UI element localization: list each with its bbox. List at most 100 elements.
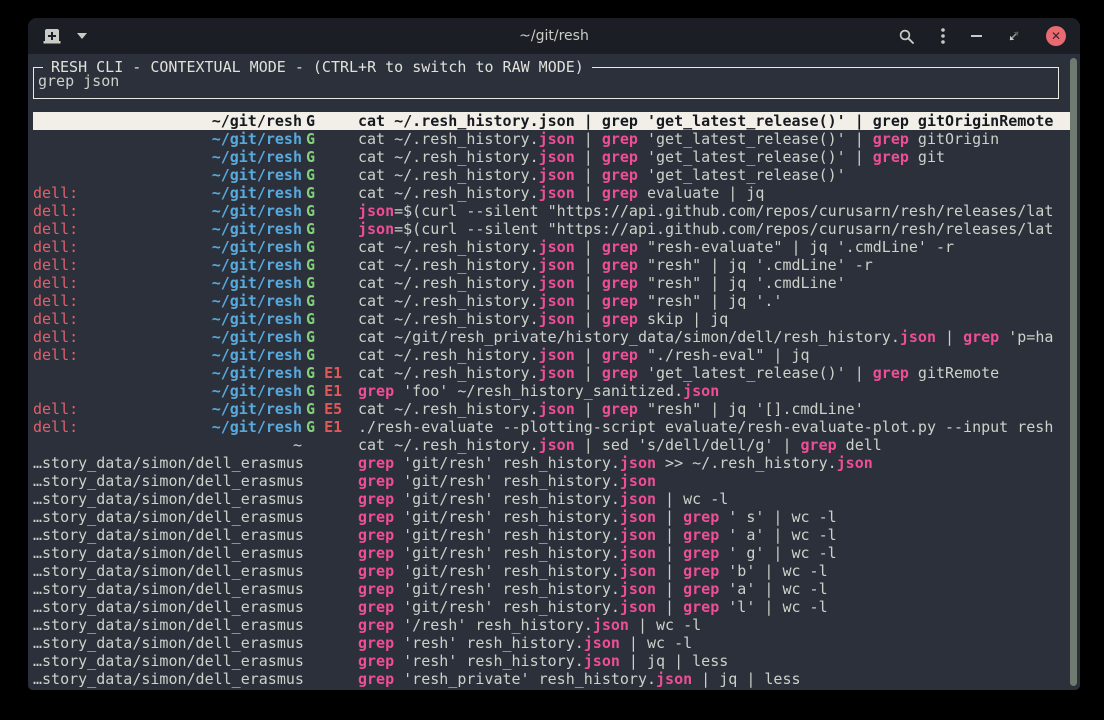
match-highlight: grep [801,436,837,454]
command-text: cat ~/.resh_history.json | grep 'get_lat… [358,148,1072,166]
minimize-button[interactable] [971,35,982,37]
history-row[interactable]: ~/git/reshG E1cat ~/.resh_history.json |… [33,364,1072,382]
command-fragment: | [575,166,602,184]
history-row[interactable]: …story_data/simon/dell_erasmusgrep 'git/… [33,454,1072,472]
history-row[interactable]: …story_data/simon/dell_erasmusgrep 'resh… [33,652,1072,670]
command-fragment: evaluate | jq [638,184,764,202]
command-fragment: 'l' | wc -l [719,598,827,616]
host-path-cell: …story_data/simon/dell_erasmus [33,598,302,616]
history-row[interactable]: …story_data/simon/dell_erasmusgrep 'git/… [33,472,1072,490]
git-flag: G [306,364,315,382]
history-row[interactable]: …story_data/simon/dell_erasmusgrep 'resh… [33,670,1072,688]
history-row[interactable]: dell:~/git/reshGcat ~/.resh_history.json… [33,256,1072,274]
flags-cell [306,580,354,598]
history-row[interactable]: …story_data/simon/dell_erasmusgrep 'git/… [33,562,1072,580]
command-fragment: 'resh_private' resh_history. [394,670,656,688]
search-query-input[interactable]: grep json [38,72,119,90]
match-highlight: grep [683,544,719,562]
history-row[interactable]: …story_data/simon/dell_erasmusgrep 'git/… [33,580,1072,598]
history-row[interactable]: dell:~/git/reshGcat ~/git/resh_private/h… [33,328,1072,346]
search-button[interactable] [898,28,915,45]
kebab-menu-icon [941,27,945,45]
match-highlight: json [358,202,394,220]
command-text: grep 'resh' resh_history.json | jq | les… [358,652,1072,670]
command-fragment: cat ~/.resh_history. [358,346,539,364]
git-flag: G [306,292,315,310]
history-row[interactable]: ~/git/reshGcat ~/.resh_history.json | gr… [33,148,1072,166]
history-row[interactable]: dell:~/git/reshGjson=$(curl --silent "ht… [33,220,1072,238]
host-label: dell: [33,292,78,310]
git-flag: G [306,220,315,238]
command-text: grep 'git/resh' resh_history.json | grep… [358,598,1072,616]
git-flag: G [306,346,315,364]
command-fragment: | [575,184,602,202]
command-fragment: cat ~/.resh_history. [358,436,539,454]
history-row[interactable]: ~/git/reshGcat ~/.resh_history.json | gr… [33,130,1072,148]
history-row[interactable]: dell:~/git/reshGcat ~/.resh_history.json… [33,184,1072,202]
history-row[interactable]: dell:~/git/reshG E5cat ~/.resh_history.j… [33,400,1072,418]
history-row[interactable]: dell:~/git/reshGcat ~/.resh_history.json… [33,238,1072,256]
command-text: cat ~/.resh_history.json | grep "resh" |… [358,274,1072,292]
match-highlight: json [358,220,394,238]
match-highlight: grep [602,148,638,166]
command-fragment: cat ~/.resh_history. [358,256,539,274]
history-row[interactable]: dell:~/git/reshGcat ~/.resh_history.json… [33,292,1072,310]
tab-dropdown-button[interactable] [77,33,87,39]
command-fragment: =$(curl --silent "https://api.github.com… [394,202,1053,220]
flags-cell: G [306,274,354,292]
history-row[interactable]: ~cat ~/.resh_history.json | sed 's/dell/… [33,436,1072,454]
host-path-cell: …story_data/simon/dell_erasmus [33,472,302,490]
directory-label: ~ [33,436,302,454]
history-row[interactable]: …story_data/simon/dell_erasmusgrep '/res… [33,616,1072,634]
git-flag: G [306,112,315,130]
match-highlight: grep [358,472,394,490]
history-row[interactable]: ~/git/reshGcat ~/.resh_history.json | gr… [33,166,1072,184]
history-row-selected[interactable]: ~/git/reshGcat ~/.resh_history.json | gr… [33,112,1072,130]
directory-label: …story_data/simon/dell_erasmus [33,634,302,652]
history-row[interactable]: ~/git/reshG E1grep 'foo' ~/resh_history_… [33,382,1072,400]
flags-cell: G E1 [306,364,354,382]
exit-status-flag: E1 [324,382,342,400]
host-label: dell: [33,184,78,202]
history-row[interactable]: …story_data/simon/dell_erasmusgrep 'resh… [33,634,1072,652]
directory-label: ~/git/resh [33,364,302,382]
history-row[interactable]: …story_data/simon/dell_erasmusgrep 'git/… [33,544,1072,562]
match-highlight: json [656,670,692,688]
history-row[interactable]: …story_data/simon/dell_erasmusgrep 'git/… [33,526,1072,544]
match-highlight: json [620,598,656,616]
scrollbar[interactable] [1070,58,1077,686]
host-label: dell: [33,202,78,220]
flags-cell: G [306,256,354,274]
menu-button[interactable] [941,27,945,45]
close-button[interactable]: ✕ [1046,26,1066,46]
history-row[interactable]: dell:~/git/reshGcat ~/.resh_history.json… [33,346,1072,364]
match-highlight: grep [358,652,394,670]
match-highlight: grep [358,634,394,652]
match-highlight: json [539,112,575,130]
history-row[interactable]: dell:~/git/reshGcat ~/.resh_history.json… [33,310,1072,328]
close-icon: ✕ [1051,30,1061,42]
restore-button[interactable] [1008,30,1020,42]
flags-cell: G [306,112,354,130]
history-row[interactable]: dell:~/git/reshGcat ~/.resh_history.json… [33,274,1072,292]
host-path-cell: dell:~/git/resh [33,310,302,328]
history-row[interactable]: …story_data/simon/dell_erasmus grep 'git/… [33,598,1072,616]
command-text: grep 'resh_private' resh_history.json | … [358,670,1072,688]
history-row[interactable]: dell:~/git/reshGjson=$(curl --silent "ht… [33,202,1072,220]
git-flag: G [306,238,315,256]
history-row[interactable]: dell:~/git/reshG E1./resh-evaluate --plo… [33,418,1072,436]
match-highlight: json [620,562,656,580]
command-fragment: | [656,598,683,616]
flags-cell: G [306,328,354,346]
flags-cell: G [306,346,354,364]
history-row[interactable]: …story_data/simon/dell_erasmusgrep 'git/… [33,508,1072,526]
new-tab-button[interactable] [42,28,62,45]
match-highlight: grep [602,292,638,310]
match-highlight: grep [602,112,638,130]
command-fragment: 'git/resh' resh_history. [394,544,620,562]
command-text: ./resh-evaluate --plotting-script evalua… [358,418,1072,436]
history-row[interactable]: …story_data/simon/dell_erasmusgrep 'git/… [33,490,1072,508]
command-text: grep 'git/resh' resh_history.json | grep… [358,562,1072,580]
command-fragment: | [575,148,602,166]
match-highlight: json [620,544,656,562]
